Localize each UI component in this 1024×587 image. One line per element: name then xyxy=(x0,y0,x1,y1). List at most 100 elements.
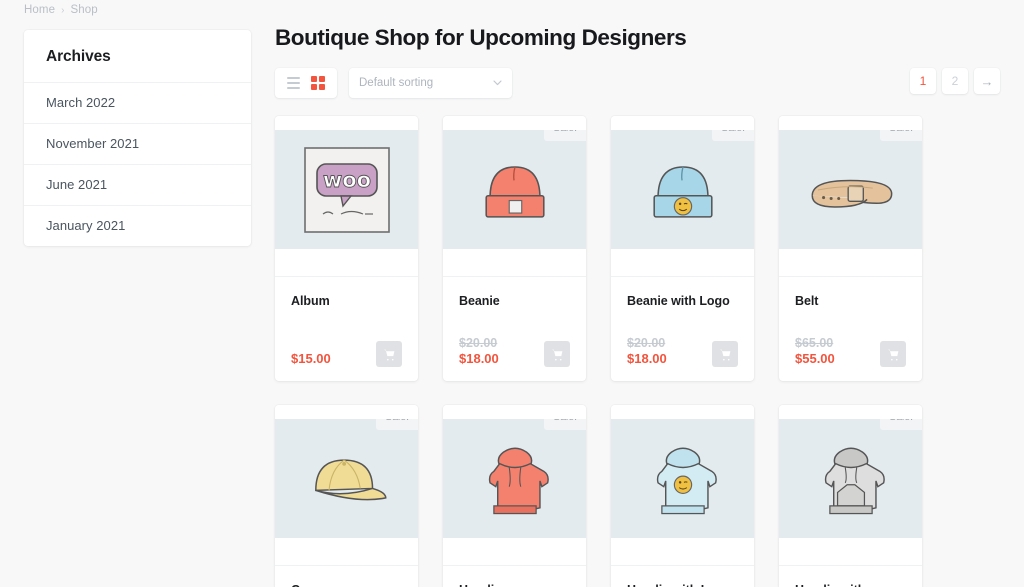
product-name: Beanie xyxy=(459,294,500,308)
sorting-select[interactable]: Default sorting xyxy=(349,68,512,98)
card-gap xyxy=(443,249,586,276)
breadcrumb-separator-icon: › xyxy=(61,4,65,16)
sale-badge: Sale! xyxy=(376,419,418,431)
add-to-cart-button[interactable] xyxy=(376,341,402,368)
hoodie-gray-pocket-icon xyxy=(824,447,885,514)
product-card-beanie-with-logo[interactable]: Sale! Beanie with Logo xyxy=(611,116,754,382)
product-card-hoodie[interactable]: Sale! Hoodie xyxy=(443,405,586,587)
sale-badge: Sale! xyxy=(544,419,586,431)
card-gap xyxy=(779,249,922,276)
sidebar-title: Archives xyxy=(46,48,111,65)
cart-icon xyxy=(887,349,898,361)
product-card-belt[interactable]: Sale! Belt $ xyxy=(779,116,922,382)
card-top-spacer xyxy=(611,405,754,420)
product-name: Hoodie with Pocket xyxy=(795,582,906,587)
grid-view-icon[interactable] xyxy=(311,76,325,90)
card-gap xyxy=(275,249,418,276)
prices: $20.00 $18.00 xyxy=(627,336,667,367)
card-gap xyxy=(779,538,922,566)
price-row: $20.00 $18.00 xyxy=(627,335,738,368)
product-price: $15.00 xyxy=(291,351,331,367)
card-top-spacer xyxy=(779,116,922,130)
page-title: Boutique Shop for Upcoming Designers xyxy=(275,25,687,50)
price-row: $15.00 xyxy=(291,335,402,368)
card-top-spacer xyxy=(443,405,586,420)
shop-toolbar: Default sorting 1 2 → xyxy=(275,68,1000,98)
product-card-album[interactable]: woo Album $15.00 xyxy=(275,116,418,382)
product-card-beanie[interactable]: Sale! Beanie $20.00 $18.00 xyxy=(443,116,586,382)
card-gap xyxy=(611,249,754,276)
card-info: Beanie $20.00 $18.00 xyxy=(443,276,586,381)
beanie-salmon-icon xyxy=(484,165,545,218)
breadcrumb: Home › Shop xyxy=(24,2,98,18)
belt-tan-icon xyxy=(810,179,892,208)
album-artwork-icon: woo xyxy=(303,146,390,233)
sidebar-item-january-2021[interactable]: January 2021 xyxy=(24,205,251,246)
prices: $15.00 xyxy=(291,351,331,367)
sale-badge: Sale! xyxy=(880,130,922,141)
cap-yellow-icon xyxy=(314,459,387,501)
card-top-spacer xyxy=(611,116,754,130)
product-image-album[interactable]: woo xyxy=(275,130,418,249)
hoodie-salmon-icon xyxy=(488,447,549,514)
sale-badge: Sale! xyxy=(712,130,754,141)
list-view-icon[interactable] xyxy=(287,77,300,89)
add-to-cart-button[interactable] xyxy=(544,341,570,368)
price-row: $65.00 $55.00 xyxy=(795,335,906,368)
sale-badge: Sale! xyxy=(880,419,922,431)
product-price-original: $20.00 xyxy=(459,336,498,351)
card-info: Hoodie xyxy=(443,565,586,587)
breadcrumb-home[interactable]: Home xyxy=(24,4,55,16)
shop-page: Home › Shop Archives March 2022 November… xyxy=(0,0,1024,587)
shop-main: Boutique Shop for Upcoming Designers Def… xyxy=(275,24,1000,587)
beanie-blue-logo-icon xyxy=(652,165,713,218)
cart-icon xyxy=(551,349,562,361)
pagination-page-2[interactable]: 2 xyxy=(942,68,968,94)
card-info: Belt $65.00 $55.00 xyxy=(779,276,922,381)
product-image-cap[interactable]: Sale! xyxy=(275,419,418,539)
archives-sidebar: Archives March 2022 November 2021 June 2… xyxy=(24,30,251,246)
pagination-page-1[interactable]: 1 xyxy=(910,68,936,94)
add-to-cart-button[interactable] xyxy=(712,341,738,368)
card-top-spacer xyxy=(275,116,418,130)
product-price-original: $65.00 xyxy=(795,336,834,351)
card-info: Album $15.00 xyxy=(275,276,418,381)
product-image-beanie[interactable]: Sale! xyxy=(443,130,586,249)
add-to-cart-button[interactable] xyxy=(880,341,906,368)
product-price: $18.00 xyxy=(627,351,667,367)
cart-icon xyxy=(719,349,730,361)
sale-badge: Sale! xyxy=(544,130,586,141)
card-top-spacer xyxy=(275,405,418,420)
card-gap xyxy=(611,538,754,566)
price-row: $20.00 $18.00 xyxy=(459,335,570,368)
arrow-right-icon: → xyxy=(980,73,994,89)
card-top-spacer xyxy=(779,405,922,420)
product-image-belt[interactable]: Sale! xyxy=(779,130,922,249)
product-name: Belt xyxy=(795,294,819,308)
product-image-hoodie-with-logo[interactable] xyxy=(611,419,754,539)
sidebar-item-june-2021[interactable]: June 2021 xyxy=(24,164,251,205)
product-image-hoodie-with-pocket[interactable]: Sale! xyxy=(779,419,922,539)
card-info: Beanie with Logo $20.00 $18.00 xyxy=(611,276,754,381)
card-gap xyxy=(275,538,418,566)
product-card-cap[interactable]: Sale! Cap xyxy=(275,405,418,587)
product-card-hoodie-with-pocket[interactable]: Sale! Hoodie with Pocket xyxy=(779,405,922,587)
card-info: Hoodie with Logo xyxy=(611,565,754,587)
product-name: Album xyxy=(291,294,330,308)
pagination-next-button[interactable]: → xyxy=(974,68,1000,94)
card-info: Hoodie with Pocket xyxy=(779,565,922,587)
card-top-spacer xyxy=(443,116,586,130)
product-card-hoodie-with-logo[interactable]: Hoodie with Logo xyxy=(611,405,754,587)
breadcrumb-current: Shop xyxy=(70,4,98,16)
sidebar-item-november-2021[interactable]: November 2021 xyxy=(24,123,251,164)
sidebar-item-march-2022[interactable]: March 2022 xyxy=(24,82,251,123)
product-name: Cap xyxy=(291,582,402,587)
product-image-hoodie[interactable]: Sale! xyxy=(443,419,586,539)
product-image-beanie-with-logo[interactable]: Sale! xyxy=(611,130,754,249)
product-price-original: $20.00 xyxy=(627,336,666,351)
product-name: Hoodie xyxy=(459,582,570,587)
product-price: $55.00 xyxy=(795,351,835,367)
sorting-select-value: Default sorting xyxy=(359,77,434,89)
product-grid: woo Album $15.00 Beanie $20.00 $18.00 Be… xyxy=(275,116,1000,587)
prices: $65.00 $55.00 xyxy=(795,336,835,367)
